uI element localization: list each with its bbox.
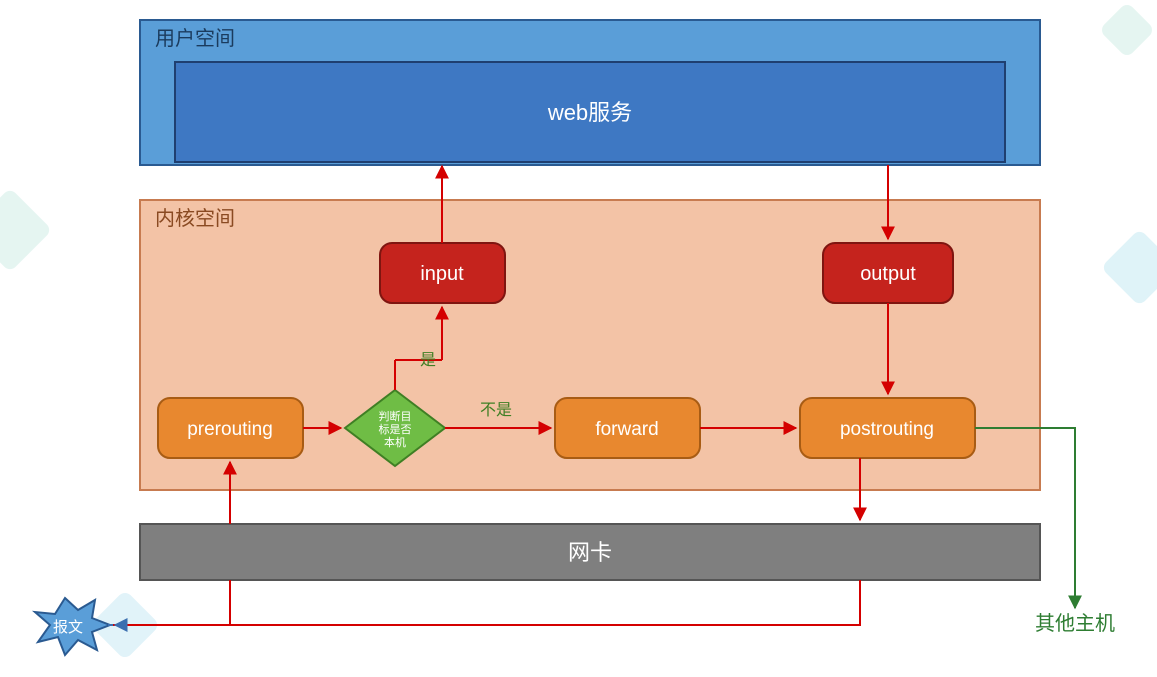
prerouting-label: prerouting [187, 419, 273, 440]
packet-label: 报文 [53, 619, 83, 636]
input-chain-label: input [420, 263, 464, 285]
decision-label-2: 标是否 [379, 422, 412, 436]
other-hosts-label: 其他主机 [1035, 612, 1115, 635]
output-chain-label: output [860, 263, 916, 285]
diagram-canvas: 用户空间 web服务 内核空间 input output prerouting … [0, 0, 1157, 677]
decision-no-label: 不是 [480, 402, 512, 419]
decision-yes-label: 是 [420, 352, 436, 369]
kernel-space-label: 内核空间 [155, 207, 235, 230]
arrow-nic-packet [115, 580, 860, 625]
nic-label: 网卡 [568, 540, 612, 565]
decision-label-1: 判断目 [379, 409, 412, 423]
web-service-label: web服务 [547, 100, 632, 125]
arrow-nic-prerouting-seg [113, 580, 230, 625]
forward-label: forward [595, 419, 658, 440]
postrouting-label: postrouting [840, 419, 934, 440]
user-space-label: 用户空间 [155, 27, 235, 50]
decision-label-3: 本机 [384, 435, 406, 449]
